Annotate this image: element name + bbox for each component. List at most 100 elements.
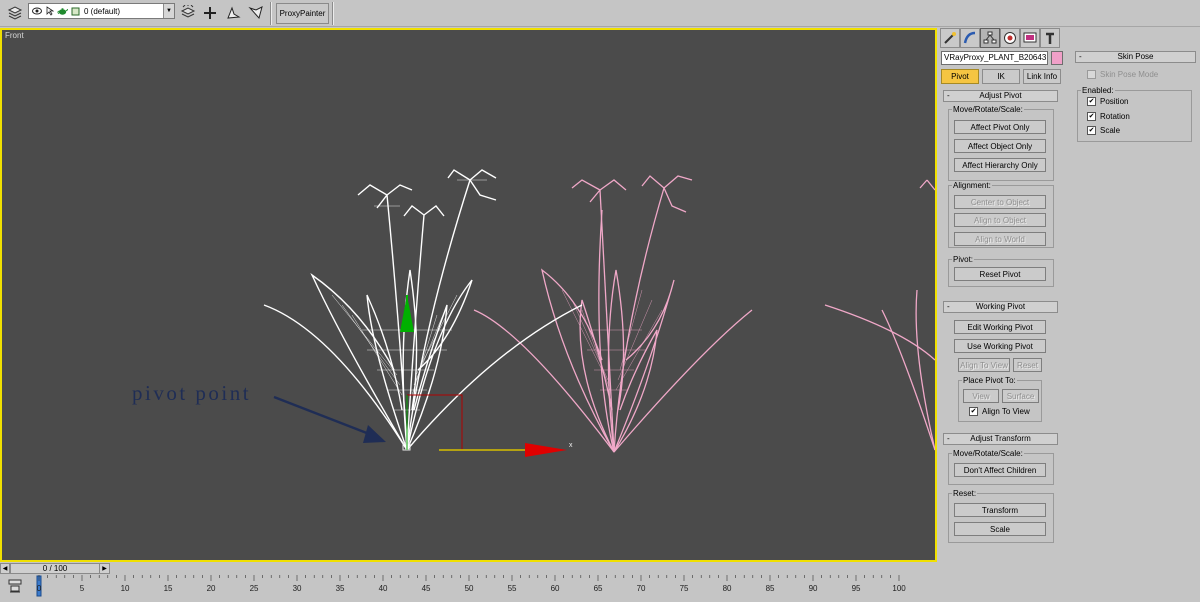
create-icon[interactable] bbox=[940, 28, 960, 48]
tab-ik[interactable]: IK bbox=[982, 69, 1020, 84]
checkbox-checked-icon[interactable]: ✔ bbox=[1087, 97, 1096, 106]
add-icon[interactable] bbox=[200, 3, 220, 23]
teapot-icon[interactable] bbox=[57, 6, 68, 17]
select-icon[interactable] bbox=[223, 3, 243, 23]
skin-pose-mode-checkbox[interactable]: Skin Pose Mode bbox=[1087, 70, 1158, 79]
hierarchy-subtabs: Pivot IK Link Info bbox=[941, 69, 1061, 84]
freeze-icon[interactable] bbox=[246, 3, 266, 23]
eye-icon[interactable] bbox=[31, 6, 42, 17]
group-label: Alignment: bbox=[952, 181, 992, 190]
collapse-icon[interactable]: - bbox=[947, 302, 950, 312]
checkbox-label: Rotation bbox=[1100, 112, 1130, 121]
pivot-point-annotation: pivot point bbox=[132, 381, 251, 405]
time-slider-prev-button[interactable]: ◀ bbox=[0, 563, 10, 574]
collapse-icon[interactable]: - bbox=[947, 434, 950, 444]
working-pivot-rollout-header[interactable]: - Working Pivot bbox=[943, 301, 1058, 313]
tab-pivot[interactable]: Pivot bbox=[941, 69, 979, 84]
utilities-icon[interactable] bbox=[1040, 28, 1060, 48]
affect-object-only-button[interactable]: Affect Object Only bbox=[954, 139, 1046, 153]
track-tick-label: 35 bbox=[335, 584, 345, 593]
edit-working-pivot-button[interactable]: Edit Working Pivot bbox=[954, 320, 1046, 334]
proxy-painter-button[interactable]: ProxyPainter bbox=[276, 3, 329, 24]
checkbox-label: Scale bbox=[1100, 126, 1121, 135]
align-to-view-checkbox[interactable]: ✔ Align To View bbox=[969, 407, 1030, 416]
checkbox-label: Position bbox=[1100, 97, 1129, 106]
rollout-title: Working Pivot bbox=[975, 302, 1026, 311]
curve-editor-icon[interactable] bbox=[8, 579, 22, 593]
track-tick-label: 45 bbox=[421, 584, 431, 593]
modify-icon[interactable] bbox=[960, 28, 980, 48]
group-label: Move/Rotate/Scale: bbox=[952, 105, 1024, 114]
toolbar-separator bbox=[270, 2, 272, 25]
layer-tool-icon[interactable] bbox=[178, 3, 198, 23]
display-icon[interactable] bbox=[1020, 28, 1040, 48]
track-tick-label: 60 bbox=[550, 584, 560, 593]
adjust-pivot-rollout-header[interactable]: - Adjust Pivot bbox=[943, 90, 1058, 102]
viewport-label[interactable]: Front bbox=[5, 31, 24, 40]
rotation-checkbox[interactable]: ✔ Rotation bbox=[1087, 112, 1130, 121]
align-to-object-button[interactable]: Align to Object bbox=[954, 213, 1046, 227]
motion-icon[interactable] bbox=[1000, 28, 1020, 48]
track-tick-label: 5 bbox=[79, 584, 85, 593]
chevron-right-icon[interactable]: ▶ bbox=[99, 564, 109, 573]
track-area[interactable]: 0 5 10 15 20 25 30 35 40 45 50 55 60 65 70 75 80 85 90 95 10… bbox=[30, 575, 910, 602]
collapse-icon[interactable]: - bbox=[947, 91, 950, 101]
time-slider[interactable]: 0 / 100 ▶ bbox=[10, 563, 110, 574]
group-label: Pivot: bbox=[952, 255, 975, 264]
affect-pivot-only-button[interactable]: Affect Pivot Only bbox=[954, 120, 1046, 134]
align-to-view-button[interactable]: Align To View bbox=[958, 358, 1010, 372]
track-bar[interactable]: 0 5 10 15 20 25 30 35 40 45 50 55 60 65 70 75 80 85 90 95 10… bbox=[0, 575, 938, 602]
affect-hierarchy-only-button[interactable]: Affect Hierarchy Only bbox=[954, 158, 1046, 172]
checkbox-checked-icon[interactable]: ✔ bbox=[1087, 126, 1096, 135]
square-icon[interactable] bbox=[70, 6, 81, 17]
track-tick-label: 80 bbox=[722, 584, 732, 593]
position-checkbox[interactable]: ✔ Position bbox=[1087, 97, 1128, 106]
track-tick-label: 70 bbox=[636, 584, 646, 593]
skin-pose-rollout-header[interactable]: - Skin Pose bbox=[1075, 51, 1196, 63]
object-name-field[interactable]: VRayProxy_PLANT_B20643 bbox=[941, 51, 1048, 65]
pointer-icon[interactable] bbox=[44, 6, 55, 17]
track-tick-label: 25 bbox=[249, 584, 259, 593]
surface-button[interactable]: Surface bbox=[1002, 389, 1039, 403]
layer-name: 0 (default) bbox=[84, 6, 121, 16]
checkbox-icon[interactable] bbox=[1087, 70, 1096, 79]
gizmo-y-arrow bbox=[400, 295, 414, 332]
group-label: Reset: bbox=[952, 489, 978, 498]
time-slider-label: 0 / 100 bbox=[42, 564, 68, 573]
object-color-swatch[interactable] bbox=[1051, 51, 1063, 65]
track-tick-label: 10 bbox=[120, 584, 130, 593]
plant-unselected-mesh bbox=[561, 289, 663, 391]
viewport-canvas: x pivot point bbox=[132, 169, 935, 457]
track-tick-label: 30 bbox=[292, 584, 302, 593]
layers-icon[interactable] bbox=[5, 3, 25, 23]
command-panel-tabs bbox=[940, 28, 1060, 48]
chevron-down-icon[interactable]: ▼ bbox=[163, 4, 174, 18]
checkbox-label: Align To View bbox=[982, 407, 1030, 416]
adjust-transform-rollout-header[interactable]: - Adjust Transform bbox=[943, 433, 1058, 445]
hierarchy-icon[interactable] bbox=[980, 28, 1000, 48]
reset-scale-button[interactable]: Scale bbox=[954, 522, 1046, 536]
layer-dropdown[interactable]: 0 (default) ▼ bbox=[28, 3, 175, 19]
rollout-title: Adjust Transform bbox=[970, 434, 1031, 443]
gizmo-axis-label: x bbox=[569, 442, 573, 449]
group-label: Enabled: bbox=[1081, 86, 1115, 95]
scale-checkbox[interactable]: ✔ Scale bbox=[1087, 126, 1120, 135]
view-button[interactable]: View bbox=[963, 389, 999, 403]
checkbox-checked-icon[interactable]: ✔ bbox=[969, 407, 978, 416]
use-working-pivot-button[interactable]: Use Working Pivot bbox=[954, 339, 1046, 353]
align-to-world-button[interactable]: Align to World bbox=[954, 232, 1046, 246]
skin-pose-panel: - Skin Pose Skin Pose Mode Enabled: ✔ Po… bbox=[1070, 45, 1200, 165]
main-toolbar: 0 (default) ▼ ProxyPainter bbox=[0, 0, 1200, 27]
reset-pivot-button[interactable]: Reset Pivot bbox=[954, 267, 1046, 281]
collapse-icon[interactable]: - bbox=[1079, 52, 1082, 62]
front-viewport[interactable]: x pivot point Front bbox=[0, 28, 937, 562]
reset-transform-button[interactable]: Transform bbox=[954, 503, 1046, 517]
center-to-object-button[interactable]: Center to Object bbox=[954, 195, 1046, 209]
track-tick-label: 0 bbox=[36, 584, 42, 593]
gizmo-x-arrow bbox=[525, 443, 567, 457]
reset-working-pivot-button[interactable]: Reset bbox=[1013, 358, 1042, 372]
checkbox-checked-icon[interactable]: ✔ bbox=[1087, 112, 1096, 121]
tab-link-info[interactable]: Link Info bbox=[1023, 69, 1061, 84]
rollout-title: Skin Pose bbox=[1117, 52, 1154, 61]
dont-affect-children-button[interactable]: Don't Affect Children bbox=[954, 463, 1046, 477]
